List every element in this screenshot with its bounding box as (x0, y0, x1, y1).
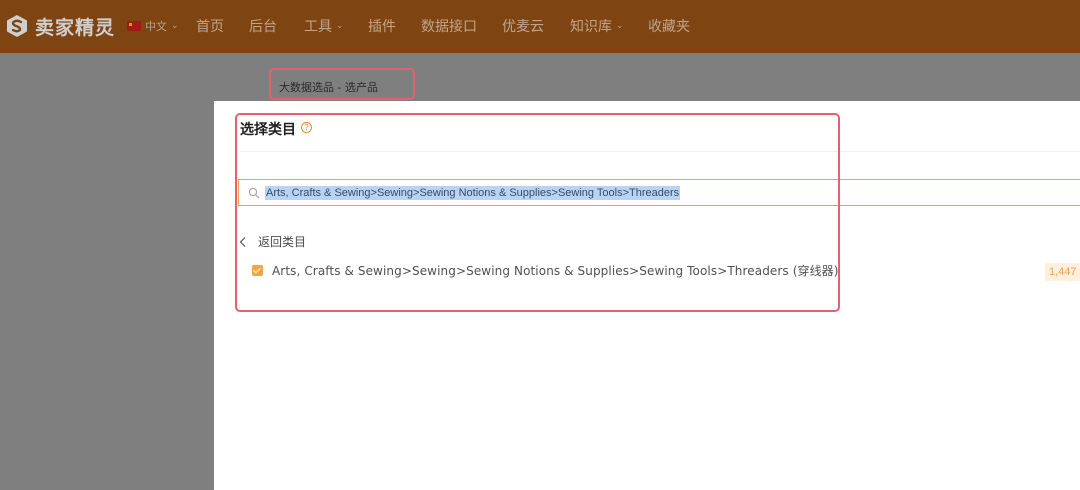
nav-item-plugins[interactable]: 插件 (368, 16, 396, 36)
nav-item-data-api[interactable]: 数据接口 (421, 16, 477, 36)
chevron-down-icon: ⌄ (616, 21, 624, 31)
nav-item-backend[interactable]: 后台 (249, 16, 277, 36)
page-title: 大数据选品 - 选产品 (279, 81, 378, 94)
chevron-down-icon: ⌄ (171, 21, 179, 31)
nav-label: 后台 (249, 19, 277, 35)
chevron-down-icon: ⌄ (336, 21, 344, 31)
nav-item-favorites[interactable]: 收藏夹 (648, 16, 690, 36)
annotation-highlight-box (235, 113, 840, 312)
nav-label: 工具 (304, 19, 332, 35)
nav-label: 知识库 (570, 19, 612, 35)
nav-label: 插件 (368, 19, 396, 35)
nav-item-tools[interactable]: 工具 ⌄ (304, 16, 344, 36)
language-selector[interactable]: 中文 ⌄ (127, 18, 179, 34)
nav-item-home[interactable]: 首页 (196, 16, 224, 36)
nav-label: 数据接口 (421, 19, 477, 35)
category-count-badge: 1,447 (1045, 263, 1080, 281)
nav-label: 收藏夹 (648, 19, 690, 35)
nav-item-knowledge[interactable]: 知识库 ⌄ (570, 16, 624, 36)
language-label: 中文 (145, 20, 167, 33)
logo-icon (7, 15, 27, 37)
nav-label: 优麦云 (502, 19, 544, 35)
flag-icon (127, 21, 141, 31)
brand-logo[interactable]: 卖家精灵 (5, 12, 115, 40)
brand-name: 卖家精灵 (35, 16, 116, 39)
nav-item-youmaiyun[interactable]: 优麦云 (502, 16, 544, 36)
top-navbar: 卖家精灵 中文 ⌄ 首页 后台 工具 ⌄ 插件 数据接口 优麦云 知识库 ⌄ 收藏夹 (0, 0, 1080, 53)
nav-label: 首页 (196, 19, 224, 35)
